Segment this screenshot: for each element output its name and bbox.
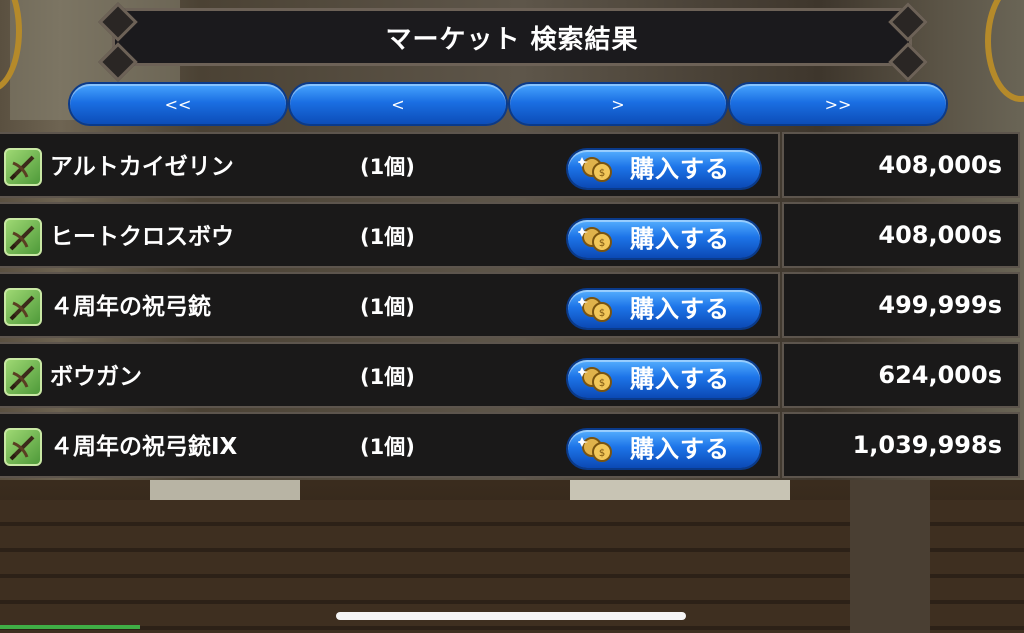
svg-text:$: $: [599, 308, 605, 319]
next-page-label: >: [611, 94, 625, 114]
first-page-label: <<: [164, 94, 192, 114]
buy-button-label: 購入する: [630, 365, 730, 393]
buy-button[interactable]: $ 購入する: [568, 360, 760, 398]
item-quantity: (1個): [360, 295, 415, 319]
list-item: ４周年の祝弓銃IX (1個) $ 購入する 1,039,998s: [0, 412, 1024, 482]
first-page-button[interactable]: <<: [70, 84, 286, 124]
buy-button[interactable]: $ 購入する: [568, 220, 760, 258]
last-page-button[interactable]: >>: [730, 84, 946, 124]
item-price: 499,999s: [878, 291, 1002, 319]
buy-button-label: 購入する: [630, 295, 730, 323]
buy-button-label: 購入する: [630, 155, 730, 183]
item-quantity: (1個): [360, 435, 415, 459]
item-cell: ボウガン (1個) $ 購入する: [0, 342, 780, 408]
item-price: 408,000s: [878, 221, 1002, 249]
list-item: ４周年の祝弓銃 (1個) $ 購入する 499,999s: [0, 272, 1024, 342]
item-price: 1,039,998s: [852, 431, 1002, 459]
svg-text:$: $: [599, 238, 605, 249]
buy-button[interactable]: $ 購入する: [568, 430, 760, 468]
crossbow-icon: [4, 428, 42, 466]
progress-strip: [0, 625, 140, 629]
price-cell: 624,000s: [782, 342, 1020, 408]
prev-page-label: <: [391, 94, 405, 114]
item-quantity: (1個): [360, 365, 415, 389]
item-name: ４周年の祝弓銃: [50, 294, 211, 320]
buy-button[interactable]: $ 購入する: [568, 150, 760, 188]
item-cell: ４周年の祝弓銃 (1個) $ 購入する: [0, 272, 780, 338]
coin-icon: $: [578, 227, 612, 252]
svg-text:$: $: [599, 378, 605, 389]
crossbow-icon: [4, 218, 42, 256]
page-title-bar: マーケット 検索結果: [112, 8, 912, 66]
coin-icon: $: [578, 297, 612, 322]
coin-icon: $: [578, 437, 612, 462]
list-item: アルトカイゼリン (1個) $ 購入する 408,000s: [0, 132, 1024, 202]
svg-text:$: $: [599, 448, 605, 459]
price-cell: 408,000s: [782, 202, 1020, 268]
svg-text:$: $: [599, 168, 605, 179]
buy-button-label: 購入する: [630, 225, 730, 253]
price-cell: 499,999s: [782, 272, 1020, 338]
coin-icon: $: [578, 157, 612, 182]
last-page-label: >>: [824, 94, 852, 114]
coin-icon: $: [578, 367, 612, 392]
item-name: アルトカイゼリン: [50, 154, 234, 180]
item-name: ４周年の祝弓銃IX: [50, 434, 238, 460]
item-name: ヒートクロスボウ: [50, 224, 234, 250]
next-page-button[interactable]: >: [510, 84, 726, 124]
price-cell: 408,000s: [782, 132, 1020, 198]
buy-button[interactable]: $ 購入する: [568, 290, 760, 328]
background-post: [850, 480, 930, 633]
buy-button-label: 購入する: [630, 435, 730, 463]
home-indicator[interactable]: [336, 612, 686, 620]
item-price: 624,000s: [878, 361, 1002, 389]
item-cell: ヒートクロスボウ (1個) $ 購入する: [0, 202, 780, 268]
item-quantity: (1個): [360, 155, 415, 179]
item-cell: アルトカイゼリン (1個) $ 購入する: [0, 132, 780, 198]
item-cell: ４周年の祝弓銃IX (1個) $ 購入する: [0, 412, 780, 478]
crossbow-icon: [4, 358, 42, 396]
item-price: 408,000s: [878, 151, 1002, 179]
item-quantity: (1個): [360, 225, 415, 249]
list-item: ヒートクロスボウ (1個) $ 購入する 408,000s: [0, 202, 1024, 272]
crossbow-icon: [4, 148, 42, 186]
crossbow-icon: [4, 288, 42, 326]
prev-page-button[interactable]: <: [290, 84, 506, 124]
item-name: ボウガン: [50, 364, 142, 390]
list-item: ボウガン (1個) $ 購入する 624,000s: [0, 342, 1024, 412]
price-cell: 1,039,998s: [782, 412, 1020, 478]
page-title: マーケット 検索結果: [385, 24, 639, 55]
background-gold-ornament-right: [985, 0, 1024, 102]
